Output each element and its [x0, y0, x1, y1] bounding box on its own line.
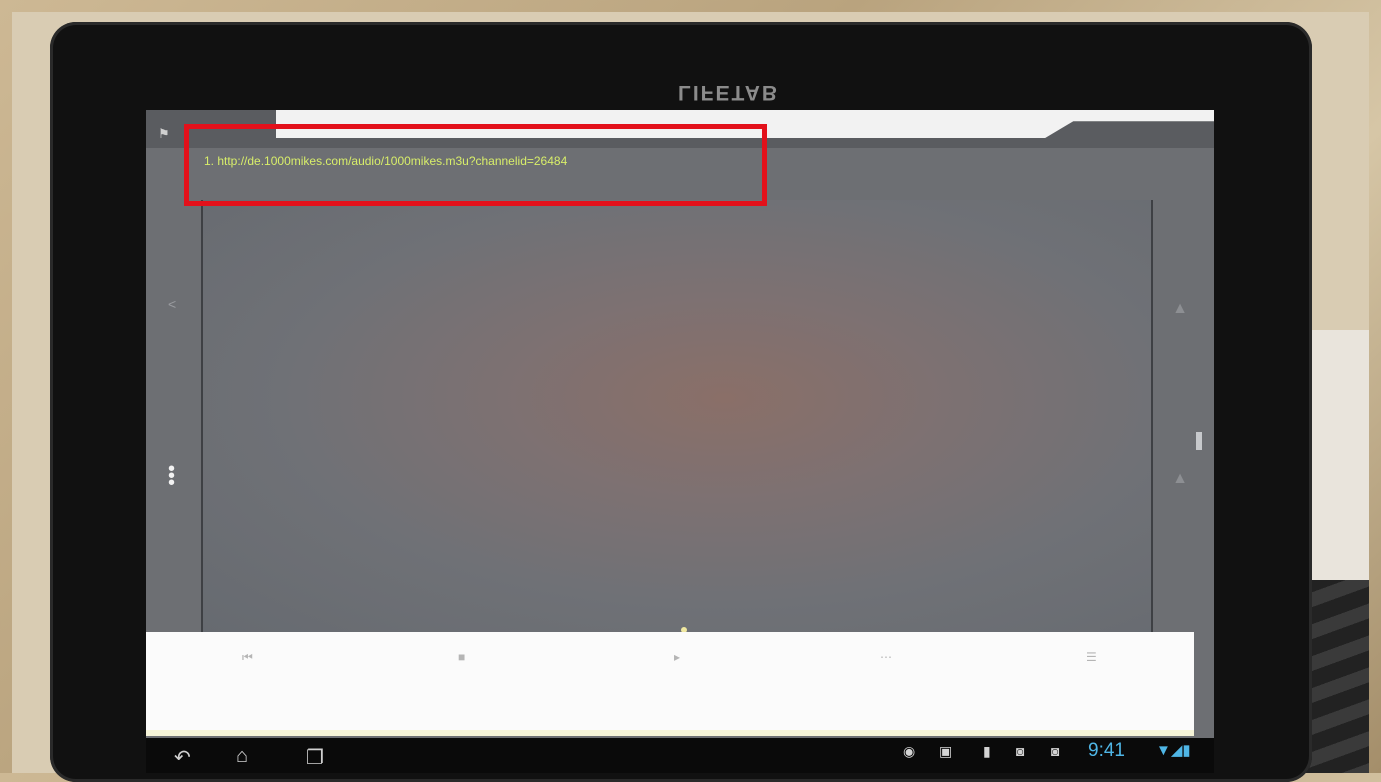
notification-icon-2: ▣ [939, 743, 953, 759]
playlist-icon[interactable]: ☰ [1086, 650, 1097, 664]
scrollbar-handle[interactable] [1196, 432, 1202, 450]
tablet-screen: ⚑ 1. http://de.1000mikes.com/audio/1000m… [146, 110, 1214, 773]
wifi-icon: ▼◢▮ [1156, 742, 1191, 759]
previous-icon[interactable]: ⏮ [242, 650, 253, 665]
notification-icon-4: ◙ [1016, 743, 1025, 759]
recents-icon[interactable]: ❐ [306, 745, 324, 770]
next-icon[interactable]: ⋯ [880, 650, 892, 664]
home-icon[interactable]: ⌂ [236, 745, 248, 768]
android-nav-bar: ↶ ⌂ ❐ ◉ ▣ ▮ ◙ ◙ 9:41 ▼◢▮ [146, 738, 1214, 773]
stop-icon[interactable]: ■ [458, 650, 465, 664]
menu-dots-icon[interactable]: • • • [168, 459, 175, 493]
notification-icon-3: ▮ [983, 743, 991, 759]
right-control-icon[interactable]: ▲ [1172, 300, 1188, 318]
right-control-icon-2[interactable]: ▲ [1172, 470, 1188, 488]
play-icon[interactable]: ▸ [674, 650, 680, 664]
player-controls: ⏮ ■ ▸ ⋯ ☰ [146, 632, 1194, 732]
video-area [201, 200, 1153, 640]
share-icon[interactable]: < [168, 296, 176, 312]
notification-icon-5: ◙ [1051, 743, 1060, 759]
status-clock: 9:41 [1088, 740, 1125, 761]
brand-logo: LIFETAB [678, 81, 780, 104]
flag-icon[interactable]: ⚑ [158, 126, 172, 141]
highlight-box [184, 124, 767, 206]
progress-strip [146, 730, 1194, 736]
back-icon[interactable]: ↶ [174, 745, 191, 770]
notification-icon-1: ◉ [903, 743, 916, 759]
